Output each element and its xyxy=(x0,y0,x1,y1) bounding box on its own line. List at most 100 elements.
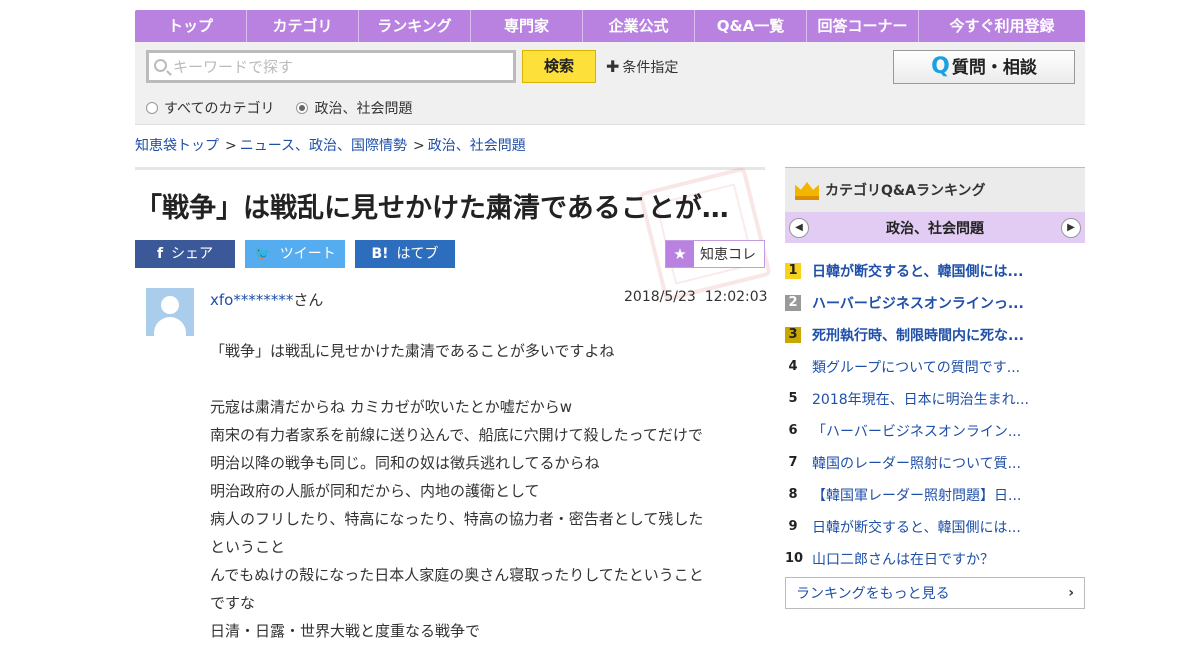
question-line: 病人のフリしたり、特高になったり、特高の協力者・密告者として残した xyxy=(210,510,704,528)
search-button[interactable]: 検索 xyxy=(522,50,596,83)
ranking-link[interactable]: 韓国のレーダー照射について質... xyxy=(812,453,1021,473)
rank-number: 10 xyxy=(785,551,804,566)
ranking-link[interactable]: 類グループについての質問です... xyxy=(812,357,1020,377)
breadcrumb-news[interactable]: ニュース、政治、国際情勢 xyxy=(240,138,407,154)
ranking-list: 1 日韓が断交すると、韓国側には... 2 ハーバービジネスオンラインっ... 3死… xyxy=(785,255,1085,575)
ranking-link[interactable]: 山口二郎さんは在日ですか？ xyxy=(812,549,994,569)
ranking-link[interactable]: ハーバービジネスオンラインっ... xyxy=(812,293,1024,313)
facebook-share-button[interactable]: f シェア xyxy=(135,240,235,268)
question-author: xfo********さん xyxy=(210,289,323,310)
rank-number: 9 xyxy=(788,519,798,534)
breadcrumb: 知恵袋トップ > ニュース、政治、国際情勢 > 政治、社会問題 xyxy=(135,135,526,155)
ranking-link[interactable]: 日韓が断交すると、韓国側には... xyxy=(812,517,1021,537)
breadcrumb-top[interactable]: 知恵袋トップ xyxy=(135,138,219,154)
ranking-link[interactable]: 2018年現在、日本に明治生まれ... xyxy=(812,389,1029,409)
post-time: 12:02:03 xyxy=(704,289,768,305)
username-honorific: さん xyxy=(293,291,324,309)
scope-current-radio[interactable]: 政治、社会問題 xyxy=(296,98,412,118)
list-item: 5 2018年現在、日本に明治生まれ... xyxy=(785,383,1085,415)
question-body: 「戦争」は戦乱に見せかけた粛清であることが多いですよね 元寇は粛清だからね カミ… xyxy=(210,337,760,645)
breadcrumb-politics[interactable]: 政治、社会問題 xyxy=(428,138,526,154)
list-item: 7 韓国のレーダー照射について質... xyxy=(785,447,1085,479)
question-line: 日清・日露・世界大戦と度重なる戦争で xyxy=(210,622,481,640)
username-link[interactable]: xfo******** xyxy=(210,291,293,309)
post-timestamp: 2018/5/23 12:02:03 xyxy=(624,289,768,305)
more-ranking-label: ランキングをもっと見る xyxy=(796,586,950,602)
search-icon xyxy=(154,59,167,72)
nav-answer-corner[interactable]: 回答コーナー xyxy=(807,10,919,42)
question-line: ですな xyxy=(210,594,256,612)
ranking-link[interactable]: 【韓国軍レーダー照射問題】日... xyxy=(812,485,1021,505)
facebook-label: シェア xyxy=(171,246,214,262)
search-box xyxy=(146,50,516,83)
conditions-link[interactable]: ✚ 条件指定 xyxy=(606,57,678,77)
nav-top[interactable]: トップ xyxy=(135,10,247,42)
hatena-bookmark-button[interactable]: B! はてブ xyxy=(355,240,455,268)
search-input[interactable] xyxy=(173,55,503,79)
list-item: 3 死刑執行時、制限時間内に死な... xyxy=(785,319,1085,351)
list-item: 10 山口二郎さんは在日ですか？ xyxy=(785,543,1085,575)
nav-experts[interactable]: 専門家 xyxy=(471,10,583,42)
post-date: 2018/5/23 xyxy=(624,289,696,305)
question-line: 明治政府の人脈が同和だから、内地の護衛として xyxy=(210,482,540,500)
divider xyxy=(135,167,765,170)
plus-icon: ✚ xyxy=(606,57,620,76)
rank-number: 3 xyxy=(785,327,801,343)
question-title: 「戦争」は戦乱に見せかけた粛清であることが… xyxy=(135,193,729,224)
search-area: 検索 ✚条件指定 Q質問・相談 すべてのカテゴリ 政治、社会問題 xyxy=(135,42,1085,125)
chiekore-label: 知恵コレ xyxy=(700,247,756,263)
ask-question-label: 質問・相談 xyxy=(951,58,1037,78)
facebook-icon: f xyxy=(156,246,164,262)
category-ranking: カテゴリQ&Aランキング ◀ 政治、社会問題 ▶ 1 日韓が断交すると、韓国側には… xyxy=(785,167,1085,609)
question-line: ということ xyxy=(210,538,286,556)
twitter-icon: 🐦 xyxy=(254,246,272,262)
rank-number: 1 xyxy=(785,263,801,279)
breadcrumb-separator: > xyxy=(413,138,425,154)
radio-off-icon xyxy=(146,102,158,114)
question-line: 明治以降の戦争も同じ。同和の奴は徴兵逃れしてるからね xyxy=(210,454,600,472)
list-item: 8 【韓国軍レーダー照射問題】日... xyxy=(785,479,1085,511)
twitter-label: ツイート xyxy=(279,246,336,262)
nav-category[interactable]: カテゴリ xyxy=(247,10,359,42)
list-item: 2 ハーバービジネスオンラインっ... xyxy=(785,287,1085,319)
chevron-right-icon: › xyxy=(1068,585,1074,601)
scope-radios: すべてのカテゴリ 政治、社会問題 xyxy=(146,98,412,118)
avatar[interactable] xyxy=(146,288,194,336)
rank-number: 2 xyxy=(785,295,801,311)
ranking-link[interactable]: 死刑執行時、制限時間内に死な... xyxy=(812,325,1024,345)
scope-current-label: 政治、社会問題 xyxy=(314,101,413,117)
more-ranking-link[interactable]: ランキングをもっと見る › xyxy=(785,577,1085,609)
hatena-label: はてブ xyxy=(396,246,439,262)
rank-number: 5 xyxy=(788,391,798,406)
list-item: 4 類グループについての質問です... xyxy=(785,351,1085,383)
chiekore-button[interactable]: ★ 知恵コレ xyxy=(665,240,765,268)
nav-qa-list[interactable]: Q&A一覧 xyxy=(695,10,807,42)
question-line: 元寇は粛清だからね カミカゼが吹いたとか嘘だからw xyxy=(210,398,573,416)
nav-official[interactable]: 企業公式 xyxy=(583,10,695,42)
ranking-category-nav: ◀ 政治、社会問題 ▶ xyxy=(785,212,1085,243)
star-icon: ★ xyxy=(666,241,694,267)
next-arrow-icon[interactable]: ▶ xyxy=(1061,217,1081,238)
nav-register[interactable]: 今すぐ利用登録 xyxy=(919,10,1085,42)
question-icon: Q xyxy=(931,54,950,79)
ranking-category: 政治、社会問題 xyxy=(886,220,984,237)
scope-all-radio[interactable]: すべてのカテゴリ xyxy=(146,98,274,118)
twitter-share-button[interactable]: 🐦 ツイート xyxy=(245,240,345,268)
ranking-title: カテゴリQ&Aランキング xyxy=(825,183,986,199)
ranking-link[interactable]: 日韓が断交すると、韓国側には... xyxy=(812,261,1023,281)
hatena-icon: B! xyxy=(371,246,389,262)
list-item: 6 「ハーバービジネスオンライン... xyxy=(785,415,1085,447)
scope-all-label: すべてのカテゴリ xyxy=(164,101,275,117)
rank-number: 4 xyxy=(788,359,798,374)
question-line: 南宋の有力者家系を前線に送り込んで、船底に穴開けて殺したってだけで xyxy=(210,426,703,444)
breadcrumb-separator: > xyxy=(225,138,237,154)
rank-number: 8 xyxy=(788,487,798,502)
nav-ranking[interactable]: ランキング xyxy=(359,10,471,42)
radio-on-icon xyxy=(296,102,309,114)
ranking-link[interactable]: 「ハーバービジネスオンライン... xyxy=(812,421,1021,441)
crown-icon xyxy=(795,180,819,200)
prev-arrow-icon[interactable]: ◀ xyxy=(789,217,809,238)
ask-question-button[interactable]: Q 質問・相談 xyxy=(893,50,1075,84)
ranking-header: カテゴリQ&Aランキング xyxy=(785,167,1085,212)
question-line xyxy=(210,365,760,393)
